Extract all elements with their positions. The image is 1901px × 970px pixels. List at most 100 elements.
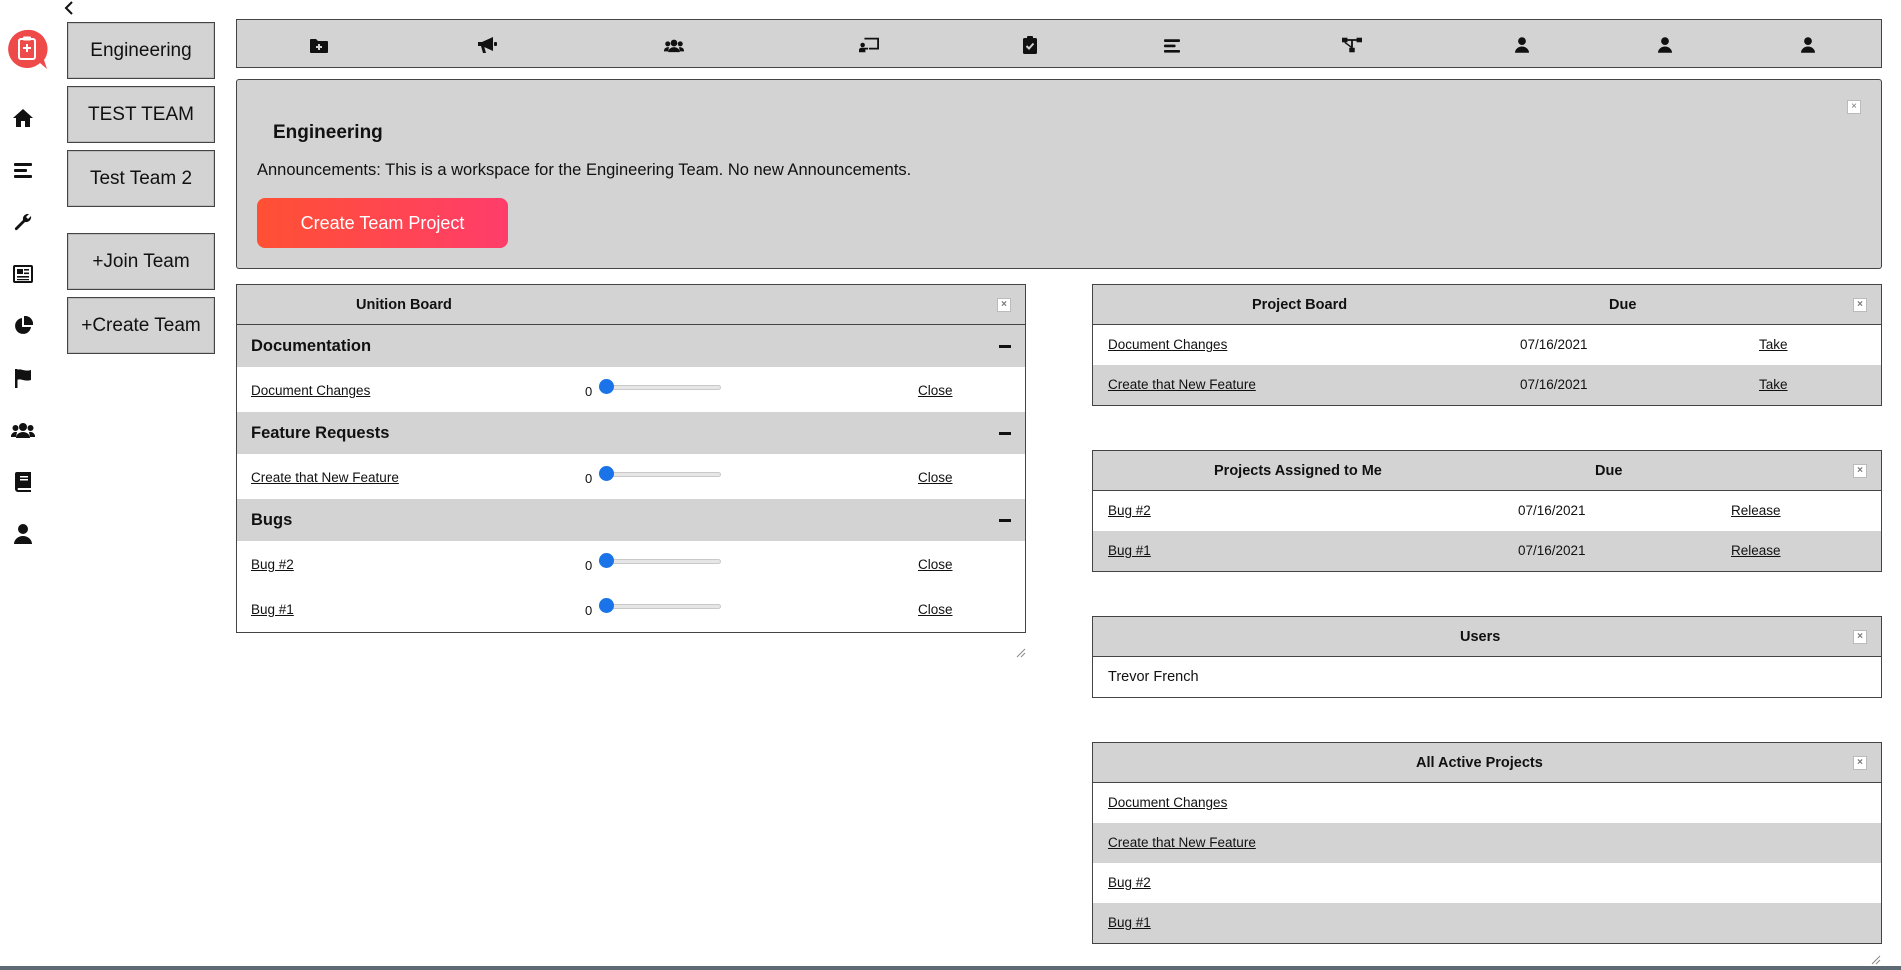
list-item: Bug #1 xyxy=(1093,903,1881,943)
user-icon xyxy=(1658,37,1672,53)
project-link[interactable]: Create that New Feature xyxy=(1108,377,1256,392)
home-icon xyxy=(13,109,33,127)
chalkboard-teacher-icon xyxy=(859,37,879,53)
sidebar-item-home[interactable] xyxy=(11,106,35,130)
collapse-group-icon[interactable] xyxy=(999,432,1011,435)
table-row: Bug #1 07/16/2021 Release xyxy=(1093,531,1881,571)
close-icon[interactable]: × xyxy=(1853,464,1867,478)
toolbar-members[interactable] xyxy=(664,35,684,55)
project-link[interactable]: Bug #1 xyxy=(1108,915,1151,930)
progress-slider[interactable] xyxy=(599,553,721,568)
close-link[interactable]: Close xyxy=(918,470,953,485)
progress-value: 0 xyxy=(585,471,593,486)
close-icon[interactable]: × xyxy=(1853,630,1867,644)
toolbar-list[interactable] xyxy=(1162,35,1182,55)
list-item: Bug #2 0 Close xyxy=(237,541,1025,586)
project-link[interactable]: Bug #2 xyxy=(251,557,294,572)
resize-handle[interactable] xyxy=(1871,955,1881,965)
sidebar-item-flags[interactable] xyxy=(11,366,35,390)
toolbar-presentation[interactable] xyxy=(859,35,879,55)
user-name: Trevor French xyxy=(1108,669,1199,685)
table-row: Bug #2 07/16/2021 Release xyxy=(1093,491,1881,531)
project-board-header: Project Board Due × xyxy=(1093,285,1881,325)
assigned-projects-title: Projects Assigned to Me xyxy=(1214,463,1382,479)
list-item: Bug #2 xyxy=(1093,863,1881,903)
close-link[interactable]: Close xyxy=(918,557,953,572)
resize-handle[interactable] xyxy=(1016,648,1026,658)
project-link[interactable]: Document Changes xyxy=(1108,337,1227,352)
toolbar-tasks[interactable] xyxy=(1020,35,1040,55)
project-link[interactable]: Document Changes xyxy=(1108,795,1227,810)
sidebar-item-tools[interactable] xyxy=(11,210,35,234)
user-icon xyxy=(1801,37,1815,53)
team-test-team-2[interactable]: Test Team 2 xyxy=(67,150,215,207)
release-link[interactable]: Release xyxy=(1731,543,1781,558)
list-icon xyxy=(1164,38,1180,53)
create-team-project-button[interactable]: Create Team Project xyxy=(257,198,508,248)
close-link[interactable]: Close xyxy=(918,383,953,398)
slider-thumb[interactable] xyxy=(599,553,614,568)
toolbar-announcements[interactable] xyxy=(477,35,497,55)
active-projects-title: All Active Projects xyxy=(1416,755,1543,771)
progress-value: 0 xyxy=(585,558,593,573)
close-icon[interactable]: × xyxy=(997,298,1011,312)
project-link[interactable]: Bug #2 xyxy=(1108,875,1151,890)
pie-chart-icon xyxy=(15,316,33,334)
team-engineering[interactable]: Engineering xyxy=(67,22,215,79)
close-icon[interactable]: × xyxy=(1853,756,1867,770)
slider-thumb[interactable] xyxy=(599,379,614,394)
sidebar-item-list[interactable] xyxy=(11,158,35,182)
folder-plus-icon xyxy=(310,38,328,53)
app-logo[interactable] xyxy=(6,28,48,70)
clipboard-check-icon xyxy=(1023,36,1037,54)
project-link[interactable]: Create that New Feature xyxy=(251,470,399,485)
chevron-left-icon xyxy=(64,1,73,15)
sidebar-item-reports[interactable] xyxy=(11,314,35,338)
project-link[interactable]: Bug #2 xyxy=(1108,503,1151,518)
due-header: Due xyxy=(1609,297,1637,313)
due-date: 07/16/2021 xyxy=(1520,377,1588,392)
collapse-group-icon[interactable] xyxy=(999,519,1011,522)
project-link[interactable]: Create that New Feature xyxy=(1108,835,1256,850)
toolbar xyxy=(236,19,1882,68)
slider-thumb[interactable] xyxy=(599,598,614,613)
users-header: Users × xyxy=(1093,617,1881,657)
sidebar-item-profile[interactable] xyxy=(11,522,35,546)
sidebar-item-news[interactable] xyxy=(11,262,35,286)
sidebar-item-docs[interactable] xyxy=(11,470,35,494)
take-link[interactable]: Take xyxy=(1759,337,1788,352)
release-link[interactable]: Release xyxy=(1731,503,1781,518)
toolbar-hierarchy[interactable] xyxy=(1342,35,1362,55)
project-link[interactable]: Bug #1 xyxy=(251,602,294,617)
collapse-sidebar-button[interactable] xyxy=(62,0,78,16)
join-team-button[interactable]: +Join Team xyxy=(67,233,215,290)
project-link[interactable]: Document Changes xyxy=(251,383,370,398)
progress-slider[interactable] xyxy=(599,379,721,394)
toolbar-user-3[interactable] xyxy=(1798,35,1818,55)
progress-slider[interactable] xyxy=(599,598,721,613)
team-test-team[interactable]: TEST TEAM xyxy=(67,86,215,143)
create-team-button[interactable]: +Create Team xyxy=(67,297,215,354)
project-link[interactable]: Bug #1 xyxy=(1108,543,1151,558)
due-date: 07/16/2021 xyxy=(1518,503,1586,518)
wrench-icon xyxy=(14,213,32,231)
users-title: Users xyxy=(1460,629,1501,645)
due-date: 07/16/2021 xyxy=(1520,337,1588,352)
toolbar-user-1[interactable] xyxy=(1512,35,1532,55)
collapse-group-icon[interactable] xyxy=(999,345,1011,348)
toolbar-user-2[interactable] xyxy=(1655,35,1675,55)
close-icon[interactable]: × xyxy=(1847,100,1861,114)
close-link[interactable]: Close xyxy=(918,602,953,617)
take-link[interactable]: Take xyxy=(1759,377,1788,392)
toolbar-add-folder[interactable] xyxy=(309,35,329,55)
close-icon[interactable]: × xyxy=(1853,298,1867,312)
slider-thumb[interactable] xyxy=(599,466,614,481)
newspaper-icon xyxy=(13,265,33,283)
group-title: Bugs xyxy=(251,511,293,529)
sidebar-item-users[interactable] xyxy=(11,418,35,442)
progress-slider[interactable] xyxy=(599,466,721,481)
megaphone-icon xyxy=(478,37,497,53)
users-board: Users × Trevor French xyxy=(1092,616,1882,698)
list-item: Bug #1 0 Close xyxy=(237,586,1025,631)
unition-board-title: Unition Board xyxy=(356,297,452,313)
